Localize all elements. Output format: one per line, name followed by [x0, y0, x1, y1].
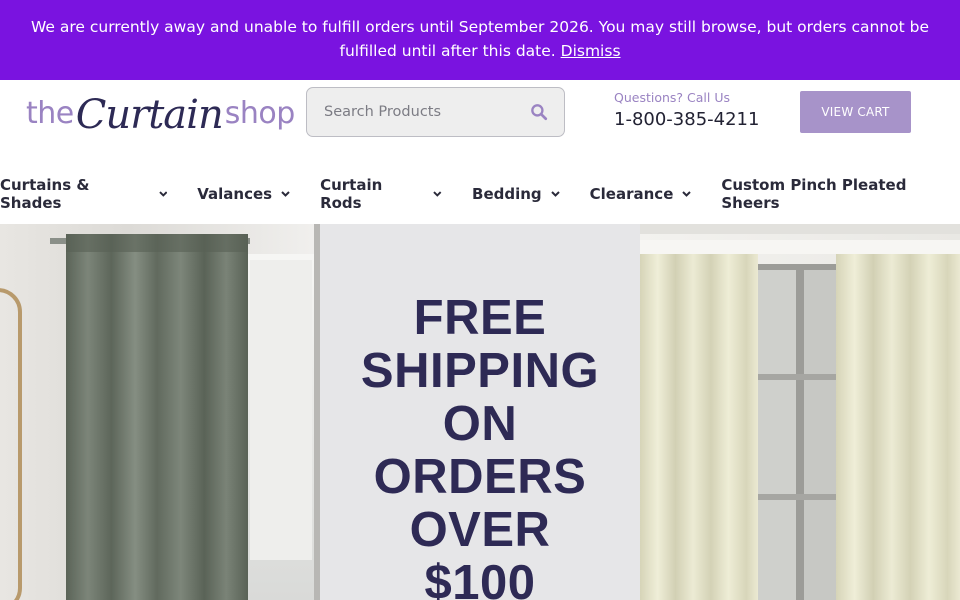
phone-number[interactable]: 1-800-385-4211	[614, 109, 759, 130]
nav-item-valances[interactable]: Valances	[197, 185, 290, 203]
free-shipping-promo: FREE SHIPPING ON ORDERS OVER $100	[320, 224, 640, 600]
nav-item-curtain-rods[interactable]: Curtain Rods	[320, 176, 442, 212]
chevron-down-icon	[158, 191, 167, 197]
search-input[interactable]	[324, 104, 530, 120]
nav-item-label: Curtains & Shades	[0, 176, 90, 212]
nav-item-label: Valances	[197, 185, 273, 203]
nav-item-curtains-shades[interactable]: Curtains & Shades	[0, 176, 167, 212]
curtain-photo-left	[0, 224, 320, 600]
view-cart-button[interactable]: VIEW CART	[800, 91, 911, 133]
chevron-down-icon	[433, 191, 442, 197]
contact-block: Questions? Call Us 1-800-385-4211	[614, 90, 759, 130]
dismiss-link[interactable]: Dismiss	[561, 42, 621, 60]
promo-line: FREE	[413, 291, 547, 345]
curtain-photo-right	[640, 224, 960, 600]
hero-image-left[interactable]	[0, 224, 320, 600]
logo-the: the	[26, 95, 74, 131]
promo-panel: FREE SHIPPING ON ORDERS OVER $100	[320, 224, 640, 600]
logo-curtain: Curtain	[75, 92, 224, 138]
chevron-down-icon	[281, 191, 290, 197]
nav-item-label: Custom Pinch Pleated Sheers	[721, 176, 907, 212]
nav-item-label: Bedding	[472, 185, 542, 203]
promo-line: SHIPPING	[360, 344, 600, 398]
store-notice-banner: We are currently away and unable to fulf…	[0, 0, 960, 80]
hero-banner: FREE SHIPPING ON ORDERS OVER $100	[0, 224, 960, 600]
site-logo[interactable]: the Curtain shop	[26, 82, 295, 144]
promo-line: $100	[424, 556, 536, 600]
promo-line: ON	[442, 397, 518, 451]
contact-label: Questions? Call Us	[614, 90, 730, 105]
promo-line: ORDERS	[373, 450, 587, 504]
chevron-down-icon	[550, 191, 560, 197]
logo-shop: shop	[224, 95, 296, 131]
nav-item-bedding[interactable]: Bedding	[472, 185, 560, 203]
promo-line: OVER	[409, 503, 551, 557]
nav-item-clearance[interactable]: Clearance	[590, 185, 692, 203]
hero-image-right[interactable]	[640, 224, 960, 600]
search-bar	[306, 87, 565, 137]
nav-item-label: Curtain Rods	[320, 176, 383, 212]
nav-item-custom-pinch-pleated-sheers[interactable]: Custom Pinch Pleated Sheers	[721, 176, 960, 212]
main-nav: Curtains & Shades Valances Curtain Rods …	[0, 172, 960, 216]
chevron-down-icon	[682, 191, 692, 197]
nav-item-label: Clearance	[589, 185, 674, 203]
search-icon[interactable]	[530, 103, 548, 121]
store-notice-text: We are currently away and unable to fulf…	[30, 18, 930, 60]
